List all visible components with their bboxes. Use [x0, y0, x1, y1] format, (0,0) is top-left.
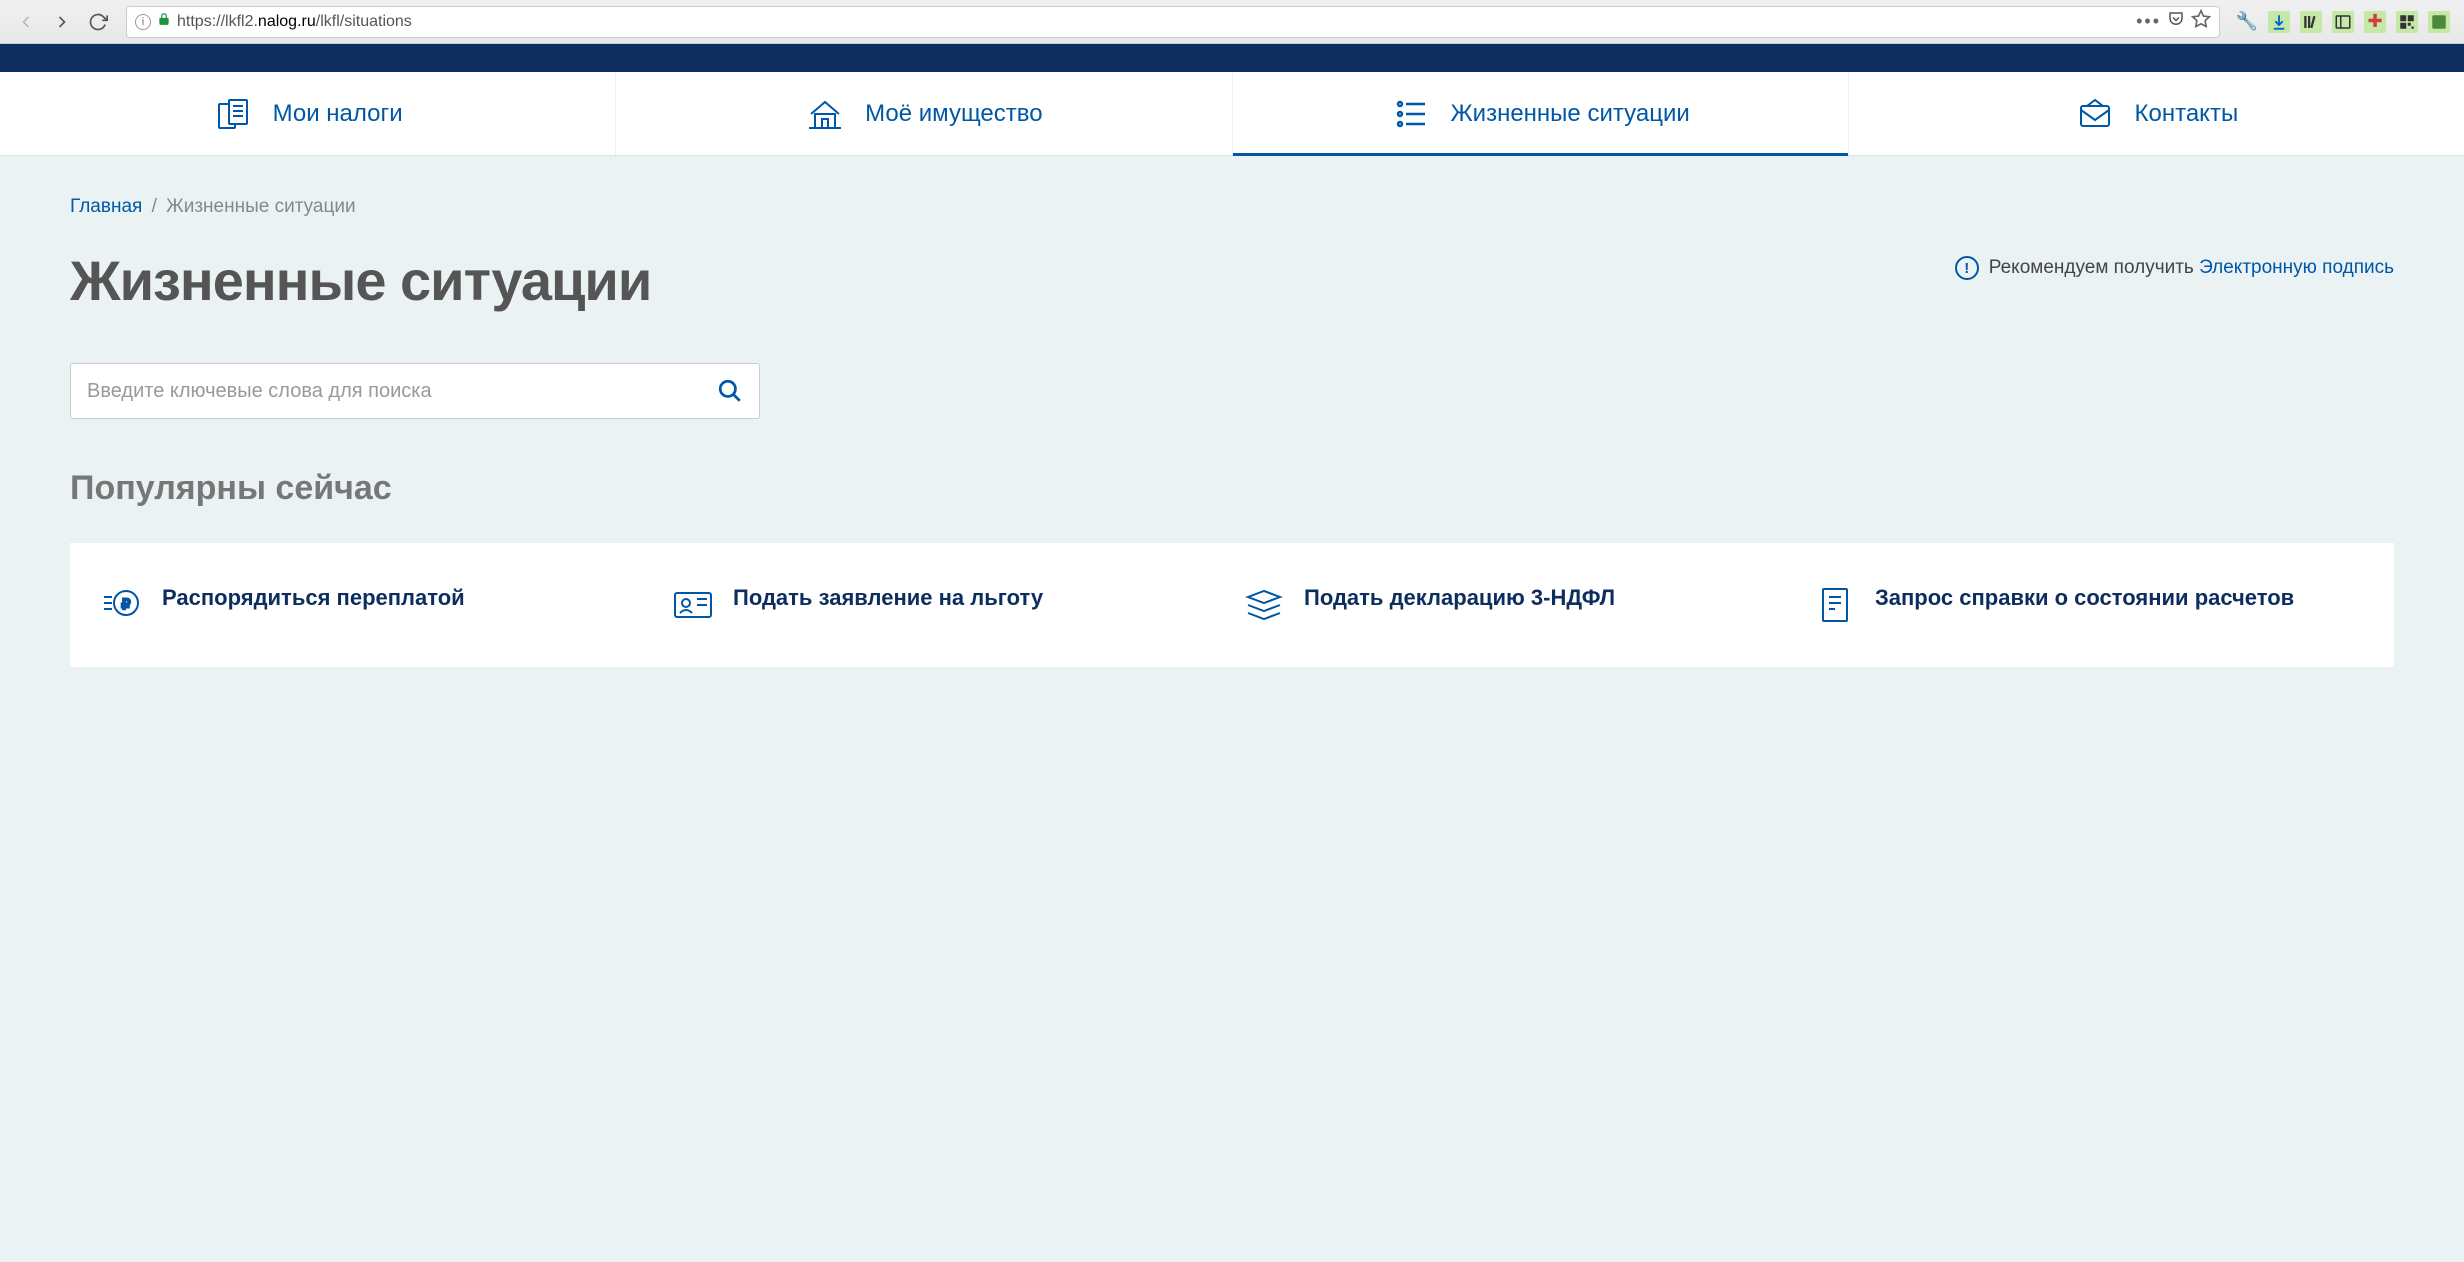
notice-text: Рекомендуем получить — [1989, 257, 2199, 278]
star-icon[interactable] — [2191, 9, 2211, 34]
sidebar-icon[interactable] — [2332, 11, 2354, 33]
card-statement-request[interactable]: Запрос справки о состоянии расчетов — [1813, 583, 2364, 627]
tab-label: Моё имущество — [865, 100, 1042, 128]
id-card-icon — [671, 583, 715, 627]
card-title: Распорядиться переплатой — [162, 583, 465, 614]
search-icon[interactable] — [717, 378, 743, 404]
download-icon[interactable] — [2268, 11, 2290, 33]
forward-button[interactable] — [46, 6, 78, 38]
reload-button[interactable] — [82, 6, 114, 38]
section-title: Популярны сейчас — [70, 469, 2394, 508]
popular-cards: ₽ Распорядиться переплатой Подать заявле… — [70, 543, 2394, 667]
envelope-icon — [2075, 94, 2115, 134]
breadcrumb: Главная / Жизненные ситуации — [70, 196, 2394, 218]
ruble-icon: ₽ — [100, 583, 144, 627]
list-icon — [1391, 94, 1431, 134]
lock-icon — [157, 12, 171, 31]
main-nav: Мои налоги Моё имущество Жизненные ситуа… — [0, 72, 2464, 156]
info-icon: i — [135, 14, 151, 30]
tab-my-taxes[interactable]: Мои налоги — [0, 72, 616, 155]
tab-label: Мои налоги — [273, 100, 403, 128]
breadcrumb-current: Жизненные ситуации — [166, 196, 355, 217]
pocket-icon[interactable] — [2167, 10, 2185, 33]
search-input[interactable] — [87, 380, 717, 403]
document-icon — [1813, 583, 1857, 627]
wrench-icon[interactable]: 🔧 — [2236, 11, 2258, 33]
card-overpayment[interactable]: ₽ Распорядиться переплатой — [100, 583, 651, 627]
app-icon[interactable] — [2428, 11, 2450, 33]
page-title: Жизненные ситуации — [70, 248, 651, 313]
card-title: Подать заявление на льготу — [733, 583, 1043, 614]
card-benefit-application[interactable]: Подать заявление на льготу — [671, 583, 1222, 627]
toolbar-right-icons: 🔧 ✚ — [2232, 11, 2454, 33]
tab-contacts[interactable]: Контакты — [1849, 72, 2464, 155]
card-declaration[interactable]: Подать декларацию 3-НДФЛ — [1242, 583, 1793, 627]
tab-label: Жизненные ситуации — [1451, 100, 1690, 128]
more-icon[interactable]: ••• — [2136, 11, 2161, 32]
content-area: Главная / Жизненные ситуации Жизненные с… — [0, 156, 2464, 1262]
tab-label: Контакты — [2135, 100, 2239, 128]
notice-banner: ! Рекомендуем получить Электронную подпи… — [1955, 256, 2394, 280]
browser-toolbar: i https://lkfl2.nalog.ru/lkfl/situations… — [0, 0, 2464, 44]
card-title: Подать декларацию 3-НДФЛ — [1304, 583, 1615, 614]
notice-link[interactable]: Электронную подпись — [2199, 257, 2394, 278]
taxes-icon — [213, 94, 253, 134]
grid-icon[interactable] — [2396, 11, 2418, 33]
tab-life-situations[interactable]: Жизненные ситуации — [1233, 72, 1849, 155]
library-icon[interactable] — [2300, 11, 2322, 33]
house-icon — [805, 94, 845, 134]
svg-text:₽: ₽ — [122, 596, 131, 612]
header-strip — [0, 44, 2464, 72]
breadcrumb-home[interactable]: Главная — [70, 196, 142, 217]
search-box — [70, 363, 760, 419]
info-circle-icon: ! — [1955, 256, 1979, 280]
plus-icon[interactable]: ✚ — [2364, 11, 2386, 33]
url-text: https://lkfl2.nalog.ru/lkfl/situations — [177, 13, 2130, 31]
breadcrumb-sep: / — [152, 196, 157, 217]
back-button[interactable] — [10, 6, 42, 38]
stack-icon — [1242, 583, 1286, 627]
card-title: Запрос справки о состоянии расчетов — [1875, 583, 2294, 614]
tab-my-property[interactable]: Моё имущество — [616, 72, 1232, 155]
url-bar[interactable]: i https://lkfl2.nalog.ru/lkfl/situations… — [126, 6, 2220, 38]
